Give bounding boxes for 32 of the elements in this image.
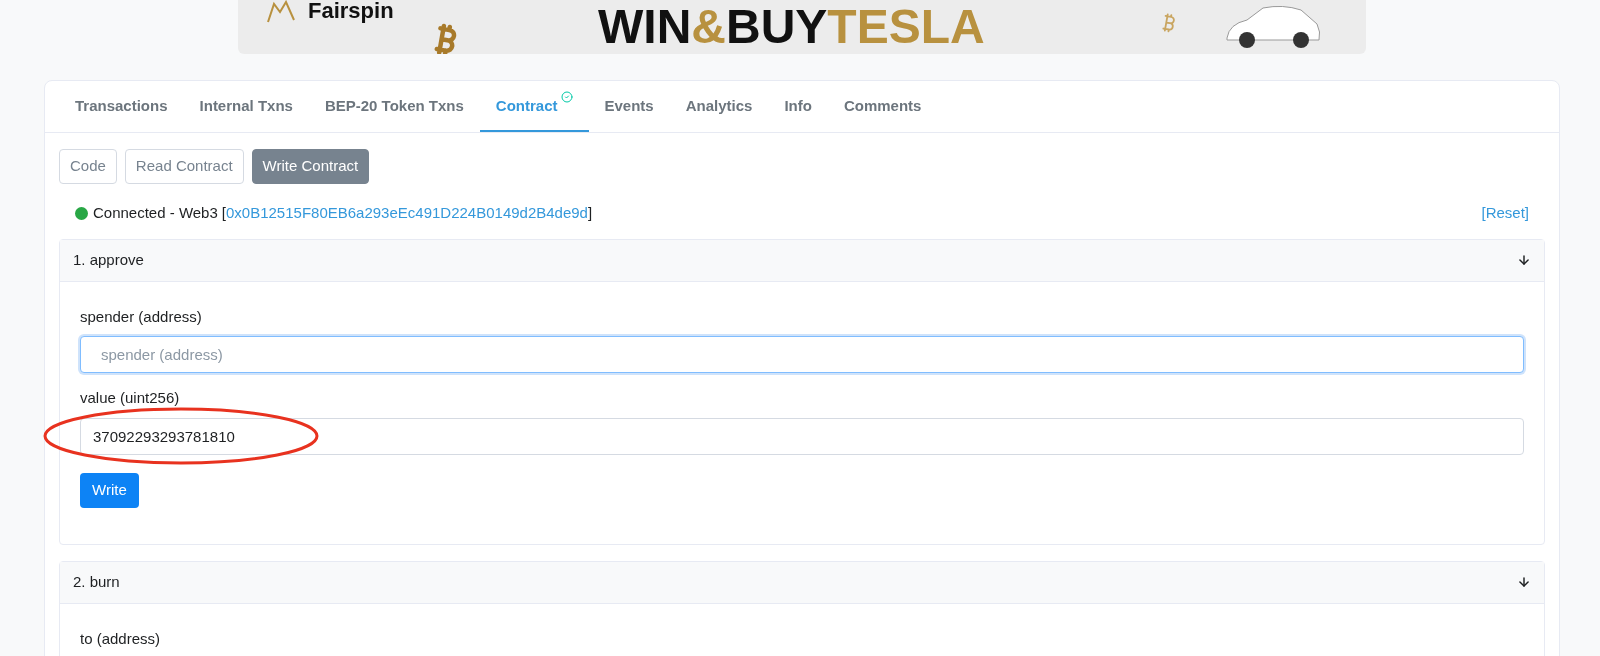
view-toggle-button[interactable]: Code: [59, 149, 117, 184]
banner-headline: BUY: [726, 2, 828, 52]
tab[interactable]: Events: [588, 81, 670, 132]
banner-headline: TESLA: [827, 2, 985, 52]
reset-link[interactable]: [Reset]: [1481, 202, 1529, 225]
tab[interactable]: BEP-20 Token Txns: [308, 81, 480, 132]
connection-status: Connected - Web3: [93, 203, 218, 223]
tab[interactable]: Transactions: [59, 81, 184, 132]
tab[interactable]: Info: [768, 81, 828, 132]
bracket: ]: [587, 203, 593, 223]
tab[interactable]: Analytics: [669, 81, 769, 132]
bracket: [: [221, 203, 226, 223]
view-toggle-button[interactable]: Write Contract: [251, 149, 370, 184]
function-title: 1. approve: [73, 249, 144, 270]
banner-headline: &: [691, 2, 726, 52]
tab[interactable]: Internal Txns: [183, 81, 309, 132]
field-label: to (address): [80, 628, 162, 649]
brand-name: Fairspin: [308, 0, 394, 25]
tab[interactable]: Comments: [827, 81, 938, 132]
function-header[interactable]: 1. approve: [60, 239, 1544, 282]
banner-headline: WIN: [598, 2, 692, 52]
view-toggle-button[interactable]: Read Contract: [124, 149, 244, 184]
write-button[interactable]: Write: [80, 472, 139, 508]
wallet-address-link[interactable]: 0x0B12515F80EB6a293eEc491D224B0149d2B4de9d: [226, 202, 588, 225]
input-field[interactable]: spender (address): [80, 336, 1524, 373]
field-label: value (uint256): [80, 388, 181, 408]
ad-banner[interactable]: Fairspin WIN&BUYTESLA: [238, 0, 1366, 54]
function-title: 2. burn: [73, 571, 120, 592]
function-header[interactable]: 2. burn: [60, 561, 1544, 604]
input-field[interactable]: 37092293293781810: [80, 417, 1524, 455]
tab[interactable]: Contract: [479, 81, 589, 132]
field-label: spender (address): [80, 306, 203, 327]
